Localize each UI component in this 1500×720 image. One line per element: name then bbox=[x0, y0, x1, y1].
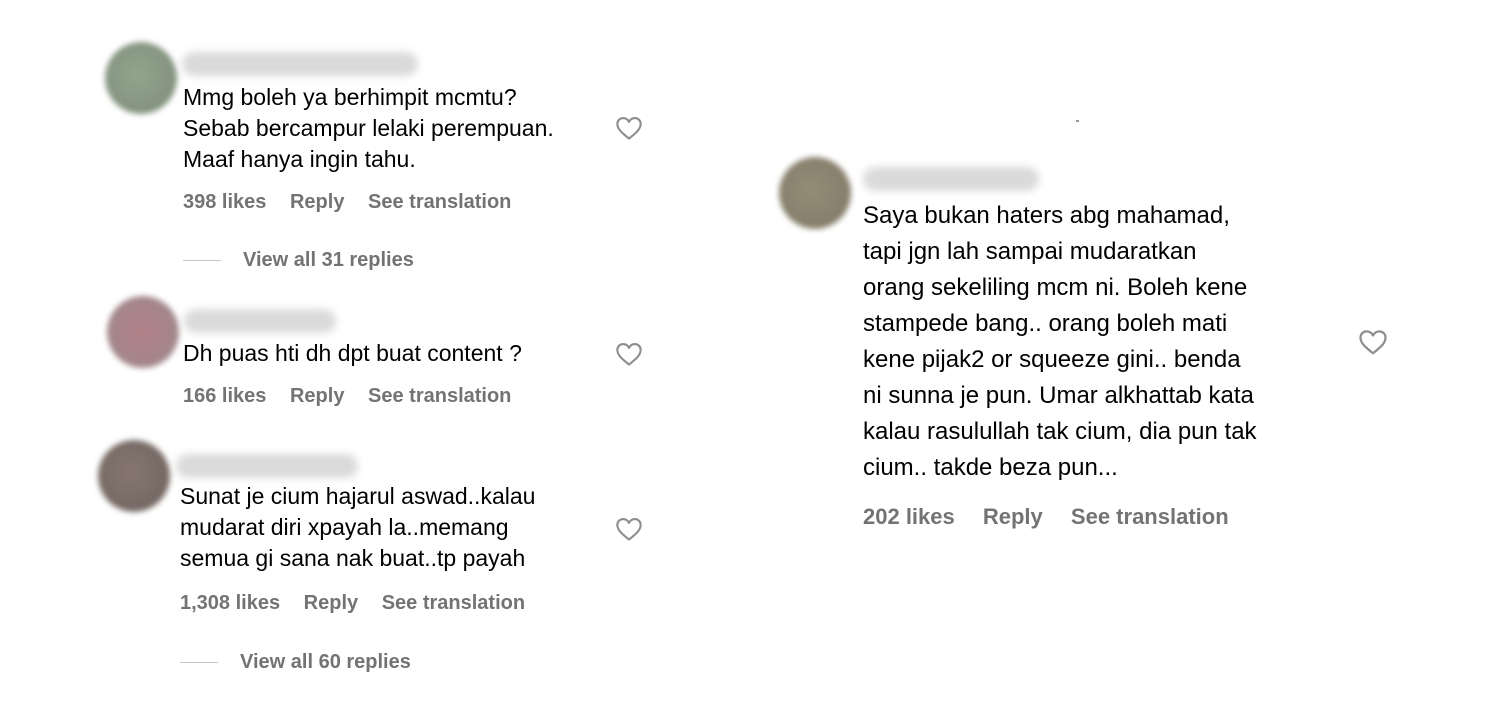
heart-icon[interactable] bbox=[614, 114, 644, 142]
stray-dot bbox=[1076, 120, 1079, 122]
avatar[interactable] bbox=[98, 440, 170, 512]
username-redacted[interactable] bbox=[176, 454, 358, 478]
view-replies-button[interactable]: View all 31 replies bbox=[243, 249, 414, 272]
replies-divider bbox=[180, 662, 218, 663]
comment-text-line: Sunat je cium hajarul aswad..kalau bbox=[180, 483, 536, 509]
username-redacted[interactable] bbox=[184, 309, 336, 333]
avatar[interactable] bbox=[107, 296, 179, 368]
likes-count[interactable]: 202 likes bbox=[863, 504, 955, 529]
comment-text-line: Sebab bercampur lelaki perempuan. bbox=[183, 115, 554, 141]
reply-button[interactable]: Reply bbox=[290, 385, 344, 407]
heart-icon[interactable] bbox=[1357, 327, 1389, 357]
comment-meta: 1,308 likes Reply See translation bbox=[180, 592, 525, 615]
comment-text-line: ni sunna je pun. Umar alkhattab kata bbox=[863, 382, 1254, 409]
username-redacted[interactable] bbox=[182, 52, 418, 76]
comment-text-line: Saya bukan haters abg mahamad, bbox=[863, 202, 1230, 229]
username-redacted[interactable] bbox=[863, 167, 1039, 191]
comment-meta: 166 likes Reply See translation bbox=[183, 385, 511, 408]
comments-screenshot: Mmg boleh ya berhimpit mcmtu? Sebab berc… bbox=[0, 0, 1500, 720]
avatar[interactable] bbox=[779, 157, 851, 229]
comment-text-line: cium.. takde beza pun... bbox=[863, 454, 1118, 481]
comment-text-line: tapi jgn lah sampai mudaratkan bbox=[863, 238, 1197, 265]
likes-count[interactable]: 166 likes bbox=[183, 385, 266, 407]
comment-text-line: orang sekeliling mcm ni. Boleh kene bbox=[863, 274, 1248, 301]
view-replies-button[interactable]: View all 60 replies bbox=[240, 651, 411, 674]
see-translation-button[interactable]: See translation bbox=[1071, 504, 1229, 529]
comment-text-line: semua gi sana nak buat..tp payah bbox=[180, 545, 526, 571]
comment-text-line: stampede bang.. orang boleh mati bbox=[863, 310, 1228, 337]
likes-count[interactable]: 1,308 likes bbox=[180, 592, 280, 614]
reply-button[interactable]: Reply bbox=[290, 191, 344, 213]
see-translation-button[interactable]: See translation bbox=[382, 592, 525, 614]
replies-divider bbox=[183, 260, 221, 261]
heart-icon[interactable] bbox=[614, 340, 644, 368]
see-translation-button[interactable]: See translation bbox=[368, 385, 511, 407]
comment-text-line: kene pijak2 or squeeze gini.. benda bbox=[863, 346, 1241, 373]
comment-text-line: Mmg boleh ya berhimpit mcmtu? bbox=[183, 84, 517, 110]
reply-button[interactable]: Reply bbox=[304, 592, 358, 614]
comment-meta: 398 likes Reply See translation bbox=[183, 191, 511, 214]
likes-count[interactable]: 398 likes bbox=[183, 191, 266, 213]
comment-text-line: mudarat diri xpayah la..memang bbox=[180, 514, 509, 540]
comment-text-line: Maaf hanya ingin tahu. bbox=[183, 146, 416, 172]
see-translation-button[interactable]: See translation bbox=[368, 191, 511, 213]
avatar[interactable] bbox=[105, 42, 177, 114]
comment-meta: 202 likes Reply See translation bbox=[863, 504, 1229, 530]
heart-icon[interactable] bbox=[614, 515, 644, 543]
comment-text-line: kalau rasulullah tak cium, dia pun tak bbox=[863, 418, 1257, 445]
comment-text-line: Dh puas hti dh dpt buat content ? bbox=[183, 340, 522, 366]
reply-button[interactable]: Reply bbox=[983, 504, 1043, 529]
